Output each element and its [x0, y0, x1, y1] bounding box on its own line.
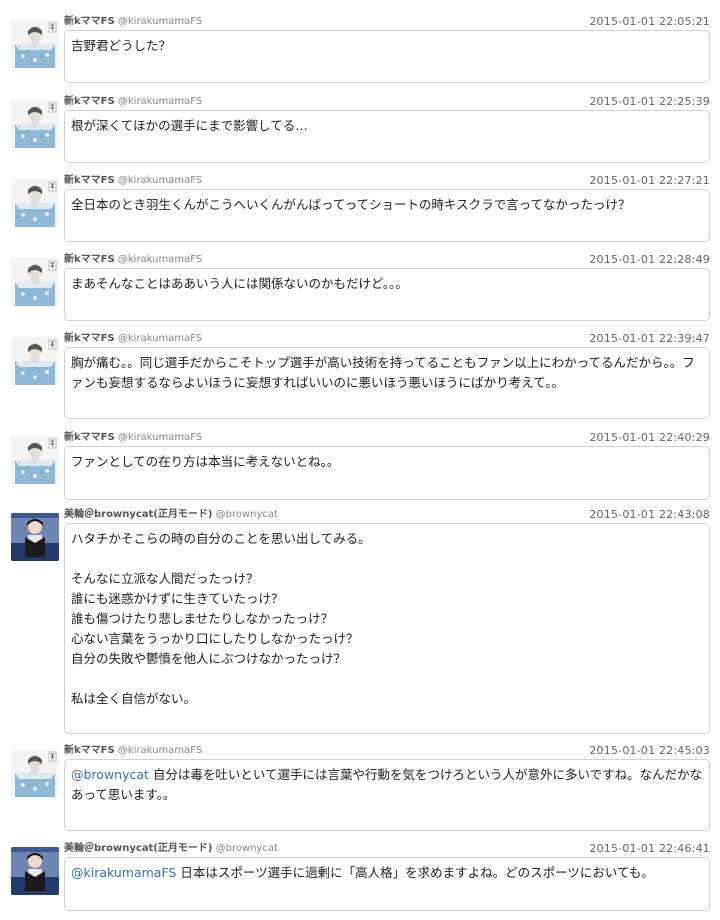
tweet-text: 吉野君どうした？: [64, 30, 710, 83]
mention-link[interactable]: @brownycat: [71, 767, 149, 782]
timestamp[interactable]: 2015-01-01 22:40:29: [589, 430, 710, 446]
tweet-header: 美輪＠brownycat(正月モード) @brownycat 2015-01-0…: [64, 507, 710, 523]
user-avatar-icon: [11, 513, 59, 561]
display-name[interactable]: 新kママFS: [64, 333, 115, 344]
tweet-body: 根が深くてほかの選手にまで影響してる…: [71, 118, 308, 133]
tweet-text: @brownycat 自分は毒を吐いといて選手には言葉や行動を気をつけろという人…: [64, 759, 710, 831]
avatar[interactable]: [11, 100, 59, 148]
avatar[interactable]: [11, 513, 59, 561]
tweet-header: 新kママFS @kirakumamaFS 2015-01-01 22:40:29: [64, 430, 710, 446]
timestamp[interactable]: 2015-01-01 22:45:03: [589, 743, 710, 759]
tweet-text: @kirakumamaFS 日本はスポーツ選手に過剰に「高人格」を求めますよね。…: [64, 857, 710, 911]
display-name[interactable]: 新kママFS: [64, 745, 115, 756]
screen-name[interactable]: @kirakumamaFS: [118, 96, 202, 107]
timestamp[interactable]: 2015-01-01 22:28:49: [589, 252, 710, 268]
screen-name[interactable]: @brownycat: [216, 843, 278, 854]
timestamp[interactable]: 2015-01-01 22:43:08: [589, 507, 710, 523]
tweet-body: 全日本のとき羽生くんがこうへいくんがんばってってショートの時キスクラで言ってなか…: [71, 197, 631, 212]
display-name[interactable]: 新kママFS: [64, 96, 115, 107]
user-avatar-icon: [11, 179, 59, 227]
display-name[interactable]: 新kママFS: [64, 16, 115, 27]
mention-link[interactable]: @kirakumamaFS: [71, 865, 176, 880]
display-name[interactable]: 新kママFS: [64, 175, 115, 186]
avatar[interactable]: [11, 179, 59, 227]
screen-name[interactable]: @kirakumamaFS: [118, 432, 202, 443]
screen-name[interactable]: @kirakumamaFS: [118, 16, 202, 27]
display-name[interactable]: 美輪＠brownycat(正月モード): [64, 843, 212, 854]
tweet-header: 新kママFS @kirakumamaFS 2015-01-01 22:28:49: [64, 252, 710, 268]
tweet-header: 美輪＠brownycat(正月モード) @brownycat 2015-01-0…: [64, 841, 710, 857]
screen-name[interactable]: @kirakumamaFS: [118, 745, 202, 756]
user-avatar-icon: [11, 100, 59, 148]
user-avatar-icon: [11, 847, 59, 895]
tweet-body: まあそんなことはああいう人には関係ないのかもだけど。。。: [71, 276, 408, 291]
tweet-text: ファンとしての在り方は本当に考えないとね。。: [64, 446, 710, 500]
tweet-text: まあそんなことはああいう人には関係ないのかもだけど。。。: [64, 268, 710, 321]
screen-name[interactable]: @brownycat: [216, 509, 278, 520]
tweet-header: 新kママFS @kirakumamaFS 2015-01-01 22:25:39: [64, 94, 710, 110]
tweet-body: 吉野君どうした？: [71, 38, 172, 53]
display-name[interactable]: 新kママFS: [64, 254, 115, 265]
avatar[interactable]: [11, 749, 59, 797]
tweet-body: 日本はスポーツ選手に過剰に「高人格」を求めますよね。どのスポーツにおいても。: [176, 865, 654, 880]
tweet-body: ファンとしての在り方は本当に考えないとね。。: [71, 454, 340, 469]
display-name[interactable]: 美輪＠brownycat(正月モード): [64, 509, 212, 520]
avatar[interactable]: [11, 847, 59, 895]
screen-name[interactable]: @kirakumamaFS: [118, 333, 202, 344]
tweet-header: 新kママFS @kirakumamaFS 2015-01-01 22:27:21: [64, 173, 710, 189]
avatar[interactable]: [11, 337, 59, 385]
user-avatar-icon: [11, 258, 59, 306]
timestamp[interactable]: 2015-01-01 22:05:21: [589, 14, 710, 30]
tweet-header: 新kママFS @kirakumamaFS 2015-01-01 22:39:47: [64, 331, 710, 347]
user-avatar-icon: [11, 20, 59, 68]
screen-name[interactable]: @kirakumamaFS: [118, 254, 202, 265]
avatar[interactable]: [11, 258, 59, 306]
avatar[interactable]: [11, 436, 59, 484]
timestamp[interactable]: 2015-01-01 22:46:41: [589, 841, 710, 857]
tweet-text: 全日本のとき羽生くんがこうへいくんがんばってってショートの時キスクラで言ってなか…: [64, 189, 710, 242]
user-avatar-icon: [11, 436, 59, 484]
tweet-text: 根が深くてほかの選手にまで影響してる…: [64, 110, 710, 163]
tweet-header: 新kママFS @kirakumamaFS 2015-01-01 22:45:03: [64, 743, 710, 759]
tweet-body: 胸が痛む。。同じ選手だからこそトップ選手が高い技術を持ってることもファン以上にわ…: [71, 355, 695, 390]
user-avatar-icon: [11, 337, 59, 385]
tweet-body: ハタチかそこらの時の自分のことを思い出してみる。 そんなに立派な人間だったっけ？…: [71, 531, 371, 706]
user-avatar-icon: [11, 749, 59, 797]
avatar[interactable]: [11, 20, 59, 68]
tweet-text: ハタチかそこらの時の自分のことを思い出してみる。 そんなに立派な人間だったっけ？…: [64, 523, 710, 734]
timestamp[interactable]: 2015-01-01 22:27:21: [589, 173, 710, 189]
tweet-text: 胸が痛む。。同じ選手だからこそトップ選手が高い技術を持ってることもファン以上にわ…: [64, 347, 710, 419]
screen-name[interactable]: @kirakumamaFS: [118, 175, 202, 186]
tweet-header: 新kママFS @kirakumamaFS 2015-01-01 22:05:21: [64, 14, 710, 30]
timestamp[interactable]: 2015-01-01 22:25:39: [589, 94, 710, 110]
timestamp[interactable]: 2015-01-01 22:39:47: [589, 331, 710, 347]
display-name[interactable]: 新kママFS: [64, 432, 115, 443]
tweet-body: 自分は毒を吐いといて選手には言葉や行動を気をつけろという人が意外に多いですね。な…: [71, 767, 703, 802]
